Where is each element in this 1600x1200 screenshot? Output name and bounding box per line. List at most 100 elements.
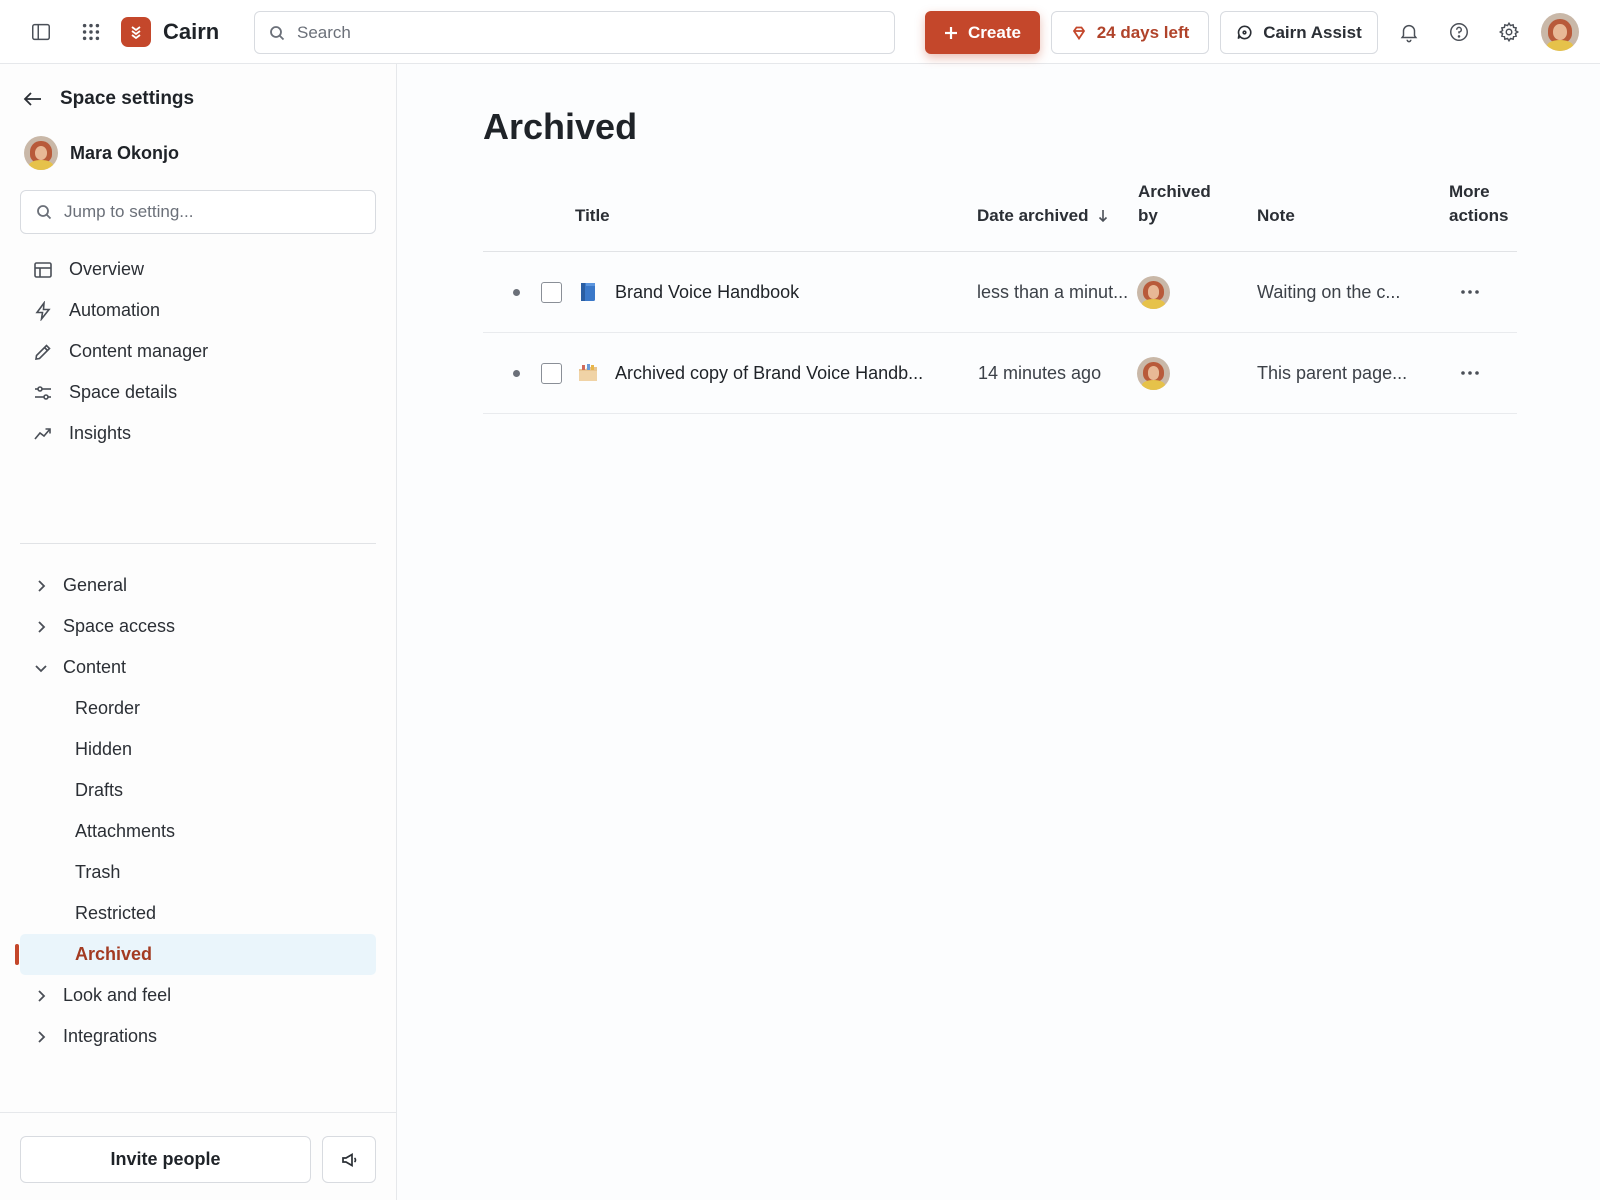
jump-to-setting-input[interactable]	[64, 202, 354, 222]
more-actions-icon[interactable]	[1460, 333, 1480, 413]
create-label: Create	[968, 22, 1021, 42]
column-title: Title	[575, 206, 610, 225]
row-checkbox-cell	[541, 252, 562, 332]
row-note-cell: This parent page...	[1257, 333, 1407, 413]
row-title-link[interactable]: Archived copy of Brand Voice Handb...	[615, 363, 923, 384]
sidebar-item-space-details[interactable]: Space details	[20, 372, 376, 413]
column-date-archived-label: Date archived	[977, 206, 1089, 225]
search-icon	[37, 205, 52, 220]
table-row[interactable]: Brand Voice Handbook less than a minut..…	[483, 252, 1517, 333]
sidebar-item-content-manager[interactable]: Content manager	[20, 331, 376, 372]
space-name: Mara Okonjo	[70, 142, 180, 163]
sidebar-item-attachments[interactable]: Attachments	[20, 811, 376, 852]
chat-icon	[1237, 25, 1252, 40]
sidebar-item-hidden[interactable]: Hidden	[20, 729, 376, 770]
tree-item-label: Integrations	[63, 1026, 158, 1046]
row-title-cell: Archived copy of Brand Voice Handb...	[615, 333, 923, 413]
tree-item-content[interactable]: Content	[20, 647, 376, 688]
create-button[interactable]: Create	[925, 11, 1040, 54]
tree-item-label: Content	[63, 657, 127, 677]
more-actions-icon[interactable]	[1460, 252, 1480, 332]
settings-gear-icon[interactable]	[1489, 12, 1529, 52]
jump-to-setting[interactable]	[20, 190, 376, 234]
row-checkbox[interactable]	[541, 281, 562, 303]
column-archived-by: Archived by	[1138, 180, 1211, 228]
sidebar-item-trash[interactable]: Trash	[20, 852, 376, 893]
space-identity: Mara Okonjo	[24, 136, 179, 170]
assist-label: Cairn Assist	[1263, 22, 1362, 42]
archived-by-avatar[interactable]	[1137, 275, 1170, 309]
search-bar[interactable]	[254, 11, 895, 54]
row-archived-by-cell	[1137, 252, 1170, 332]
tree-item-integrations[interactable]: Integrations	[20, 1016, 376, 1057]
row-date-cell: 14 minutes ago	[978, 333, 1101, 413]
row-date: 14 minutes ago	[978, 362, 1102, 383]
search-input[interactable]	[297, 22, 857, 43]
assist-button[interactable]: Cairn Assist	[1220, 11, 1378, 54]
row-note-cell: Waiting on the c...	[1257, 252, 1400, 332]
row-bullet	[513, 252, 520, 332]
tree-item-space-access[interactable]: Space access	[20, 606, 376, 647]
trial-button[interactable]: 24 days left	[1051, 11, 1209, 54]
pencil-icon	[35, 343, 51, 360]
row-checkbox[interactable]	[541, 362, 562, 384]
tree-item-look-and-feel[interactable]: Look and feel	[20, 975, 376, 1016]
sidebar-footer: Invite people	[0, 1112, 396, 1200]
help-icon[interactable]	[1439, 12, 1479, 52]
invite-people-button[interactable]: Invite people	[20, 1136, 311, 1183]
settings-tree: General Space access Content Reorder Hid…	[15, 565, 376, 1057]
archived-table: Title Date archived Archived by Note Mor…	[483, 182, 1517, 414]
sidebar-item-drafts[interactable]: Drafts	[20, 770, 376, 811]
sidebar-item-label: Automation	[69, 300, 161, 320]
sliders-icon	[35, 385, 51, 400]
table-row[interactable]: Archived copy of Brand Voice Handb... 14…	[483, 333, 1517, 414]
row-archived-by-cell	[1137, 333, 1170, 413]
archived-by-avatar[interactable]	[1137, 356, 1170, 390]
back-to-space-settings[interactable]: Space settings	[22, 88, 194, 110]
sidebar-item-label: Content manager	[69, 341, 209, 361]
column-more-actions-line2: actions	[1449, 206, 1509, 225]
tree-item-general[interactable]: General	[20, 565, 376, 606]
notifications-icon[interactable]	[1389, 12, 1429, 52]
cairn-logo-icon	[121, 16, 151, 47]
megaphone-icon	[342, 1152, 357, 1167]
search-icon	[270, 25, 285, 40]
sidebar-toggle-icon[interactable]	[21, 12, 61, 52]
plus-icon	[945, 26, 958, 39]
gem-icon	[1072, 26, 1085, 40]
sidebar-item-automation[interactable]: Automation	[20, 290, 376, 331]
column-date-archived[interactable]: Date archived	[977, 204, 1109, 228]
column-archived-by-line1: Archived	[1138, 182, 1211, 201]
trial-label: 24 days left	[1096, 22, 1190, 42]
lightning-icon	[35, 300, 51, 321]
user-avatar[interactable]	[1541, 13, 1579, 51]
sidebar-item-restricted[interactable]: Restricted	[20, 893, 376, 934]
row-title-link[interactable]: Brand Voice Handbook	[615, 282, 799, 303]
announcements-button[interactable]	[322, 1136, 376, 1183]
chevron-right-icon	[38, 1030, 46, 1043]
sidebar-item-label: Archived	[75, 944, 153, 964]
trend-icon	[34, 427, 51, 440]
sidebar-item-overview[interactable]: Overview	[20, 249, 376, 290]
sidebar-item-archived[interactable]: Archived	[15, 934, 376, 975]
tree-item-label: Look and feel	[63, 985, 172, 1005]
page-title: Archived	[483, 106, 638, 147]
settings-sidebar: Space settings Mara Okonjo Overview Auto…	[0, 64, 397, 1200]
sidebar-heading: Space settings	[60, 88, 195, 109]
row-note[interactable]: Waiting on the c...	[1257, 282, 1400, 303]
chevron-right-icon	[38, 989, 46, 1002]
app-switcher-icon[interactable]	[71, 12, 111, 52]
table-header: Title Date archived Archived by Note Mor…	[483, 182, 1517, 252]
chevron-right-icon	[38, 620, 46, 633]
column-more-actions: More actions	[1449, 180, 1509, 228]
sidebar-item-label: Space details	[69, 382, 178, 402]
tree-item-label: General	[63, 575, 128, 595]
active-indicator	[15, 944, 19, 965]
column-more-actions-line1: More	[1449, 182, 1490, 201]
app-logo[interactable]: Cairn	[121, 16, 219, 47]
row-date-cell: less than a minut...	[977, 252, 1128, 332]
sidebar-item-insights[interactable]: Insights	[20, 413, 376, 454]
arrow-left-icon	[23, 92, 41, 106]
sidebar-item-reorder[interactable]: Reorder	[20, 688, 376, 729]
row-note[interactable]: This parent page...	[1257, 363, 1407, 384]
